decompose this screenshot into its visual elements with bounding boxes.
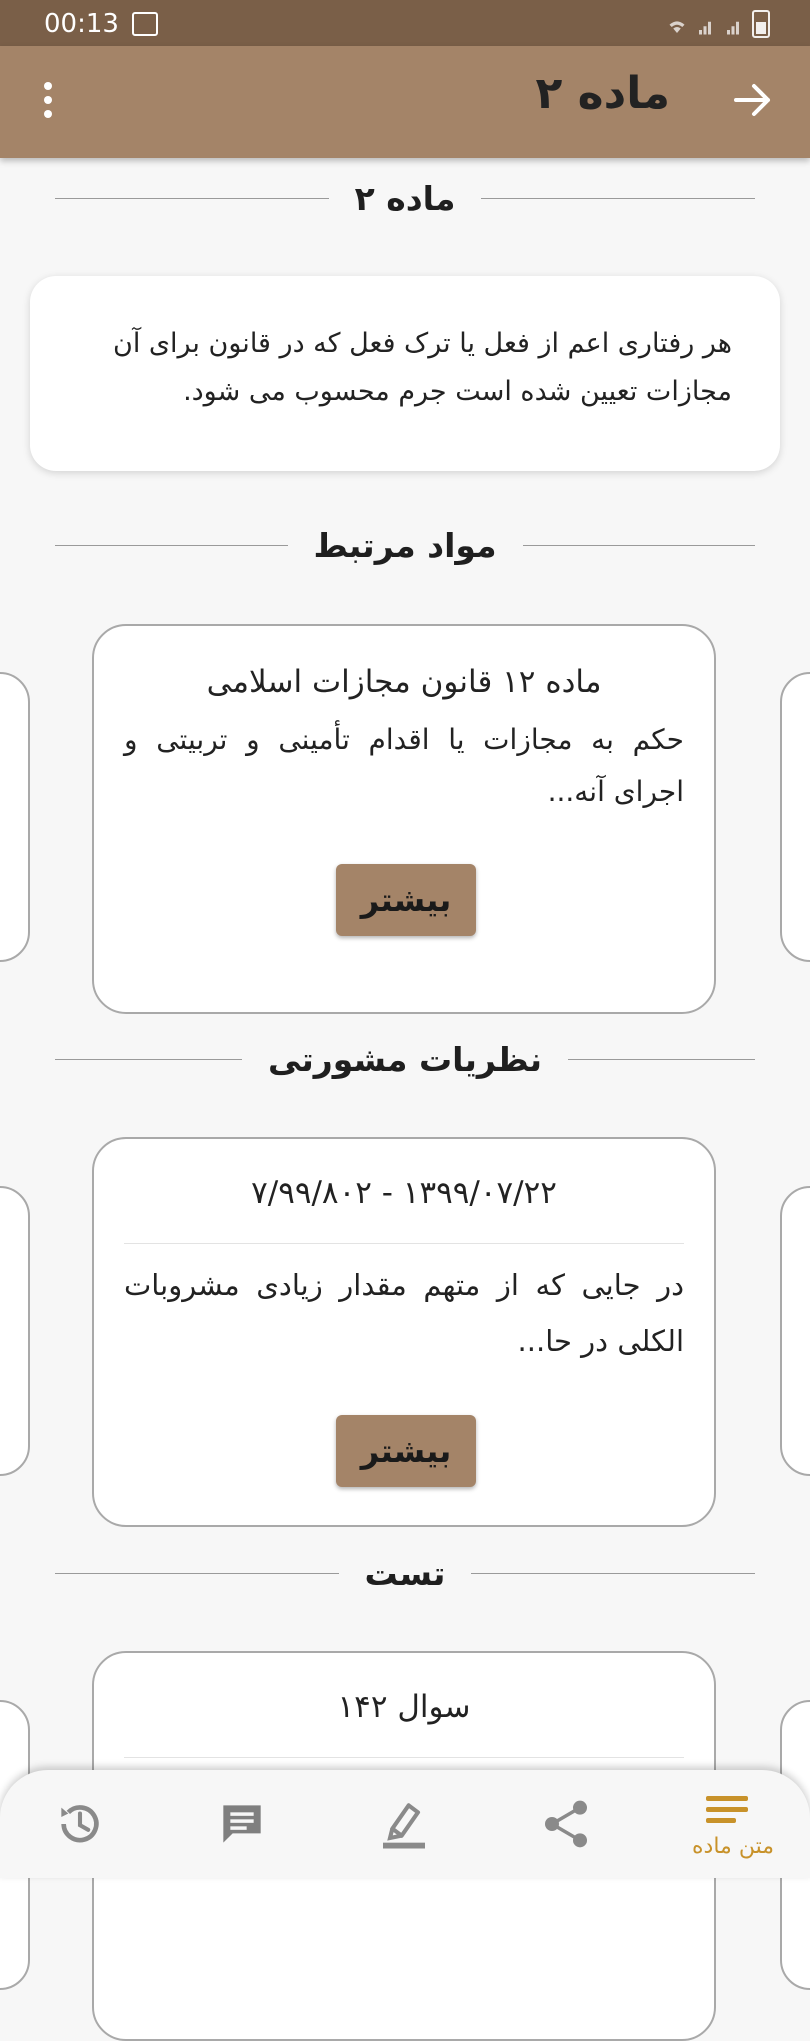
status-icons: [668, 10, 770, 38]
section-label: ماده ۲: [354, 178, 456, 218]
more-button[interactable]: بیشتر: [336, 1415, 476, 1487]
divider-line: [568, 1058, 756, 1060]
section-header-article: ماده ۲: [55, 178, 756, 218]
divider-line: [481, 197, 756, 199]
article-card: هر رفتاری اعم از فعل یا ترک فعل که در قا…: [30, 276, 780, 471]
carousel-prev-card[interactable]: [0, 1186, 30, 1476]
section-header-related: مواد مرتبط: [55, 525, 756, 565]
status-time: 00:13: [44, 9, 119, 39]
share-icon[interactable]: [538, 1796, 594, 1852]
signal-icon: [699, 21, 711, 35]
divider-line: [522, 544, 756, 546]
nav-active-label[interactable]: متن ماده: [692, 1834, 774, 1859]
bottom-navigation: متن ماده: [0, 1770, 810, 1878]
more-button[interactable]: بیشتر: [336, 864, 476, 936]
test-question-title: سوال ۱۴۲: [337, 1689, 471, 1725]
card-divider: [124, 1243, 684, 1244]
divider-line: [55, 544, 288, 546]
divider-line: [55, 1058, 243, 1060]
section-header-test: تست: [55, 1553, 755, 1593]
battery-icon: [752, 10, 770, 38]
related-article-title: ماده ۱۲ قانون مجازات اسلامی: [206, 664, 602, 700]
comment-icon[interactable]: [214, 1796, 270, 1852]
related-article-snippet: حکم به مجازات یا اقدام تأمینی و تربیتی و…: [124, 723, 684, 808]
divider-line: [471, 1572, 755, 1574]
opinion-number-date: ۱۳۹۹/۰۷/۲۲ - ۷/۹۹/۸۰۲: [251, 1175, 557, 1211]
carousel-prev-card[interactable]: [0, 672, 30, 962]
status-bar: 00:13: [0, 0, 810, 46]
article-text: هر رفتاری اعم از فعل یا ترک فعل که در قا…: [112, 328, 732, 407]
divider-line: [55, 1572, 339, 1574]
divider-line: [55, 197, 329, 199]
opinion-card[interactable]: ۱۳۹۹/۰۷/۲۲ - ۷/۹۹/۸۰۲ در جایی که از متهم…: [92, 1137, 716, 1527]
card-divider: [124, 1757, 684, 1758]
app-bar: ماده ۲: [0, 46, 810, 158]
arrow-back-icon[interactable]: [728, 76, 776, 124]
wifi-icon: [669, 21, 685, 33]
related-article-card[interactable]: ماده ۱۲ قانون مجازات اسلامی حکم به مجازا…: [92, 624, 716, 1014]
highlight-icon[interactable]: [376, 1796, 432, 1852]
section-header-opinions: نظریات مشورتی: [55, 1039, 756, 1079]
section-label: نظریات مشورتی: [268, 1039, 542, 1079]
section-label: تست: [364, 1553, 446, 1593]
section-label: مواد مرتبط: [313, 525, 497, 565]
history-icon[interactable]: [52, 1796, 108, 1852]
gallery-notification-icon: [132, 12, 158, 36]
page-title: ماده ۲: [535, 68, 671, 119]
opinion-snippet: در جایی که از متهم مقدار زیادی مشروبات ا…: [124, 1268, 684, 1358]
signal-icon-2: [727, 21, 739, 35]
carousel-next-card[interactable]: [780, 672, 810, 962]
carousel-next-card[interactable]: [780, 1186, 810, 1476]
article-text-icon[interactable]: [702, 1788, 752, 1832]
more-vert-icon[interactable]: [30, 76, 66, 124]
